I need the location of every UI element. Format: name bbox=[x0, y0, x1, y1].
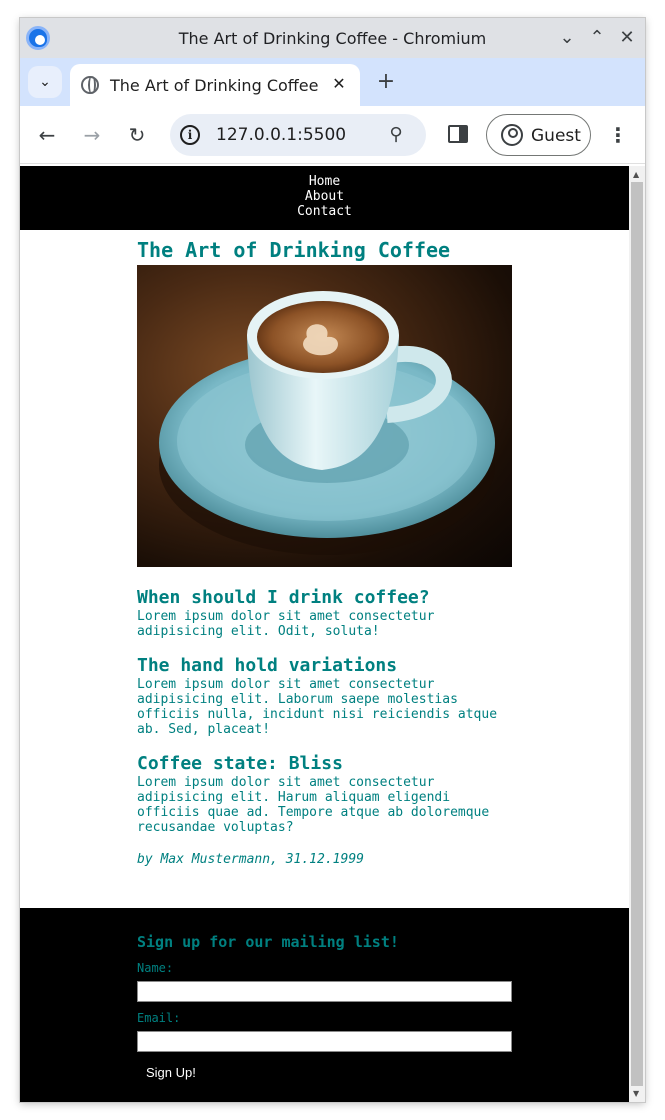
section-body: Lorem ipsum dolor sit amet consectetur a… bbox=[137, 775, 490, 835]
signup-button[interactable]: Sign Up! bbox=[137, 1063, 205, 1083]
tab-close-icon[interactable]: ✕ bbox=[328, 73, 350, 95]
nav-link-about[interactable]: About bbox=[20, 189, 629, 204]
section-hand-hold: The hand hold variations Lorem ipsum dol… bbox=[137, 655, 513, 737]
browser-toolbar: ← → ↻ i 127.0.0.1:5500 ⚲ Guest ⋮ bbox=[20, 106, 645, 164]
mailing-list-form: Sign up for our mailing list! Name: Emai… bbox=[137, 932, 513, 1083]
section-when: When should I drink coffee? Lorem ipsum … bbox=[137, 587, 513, 639]
window-title: The Art of Drinking Coffee - Chromium bbox=[178, 29, 487, 48]
profile-button[interactable]: Guest bbox=[486, 114, 591, 156]
globe-icon bbox=[81, 76, 99, 94]
address-bar[interactable]: i 127.0.0.1:5500 ⚲ bbox=[170, 114, 426, 156]
close-window-icon[interactable]: ✕ bbox=[615, 26, 639, 50]
kebab-menu-icon[interactable]: ⋮ bbox=[608, 120, 628, 150]
new-tab-plus-icon[interactable]: + bbox=[372, 68, 400, 96]
scrollbar-thumb[interactable] bbox=[631, 182, 643, 1086]
section-heading: Coffee state: Bliss bbox=[137, 753, 343, 774]
site-nav: Home About Contact bbox=[20, 166, 629, 230]
site-info-icon[interactable]: i bbox=[180, 125, 200, 145]
author-byline: by Max Mustermann, 31.12.1999 bbox=[137, 852, 364, 867]
scroll-down-arrow-icon[interactable]: ▼ bbox=[633, 1089, 639, 1098]
section-body: Lorem ipsum dolor sit amet consectetur a… bbox=[137, 609, 435, 639]
page-viewport: Home About Contact The Art of Drinking C… bbox=[20, 166, 629, 1102]
nav-link-contact[interactable]: Contact bbox=[20, 204, 629, 219]
forward-arrow-icon[interactable]: → bbox=[77, 120, 107, 150]
back-arrow-icon[interactable]: ← bbox=[32, 120, 62, 150]
email-field[interactable] bbox=[137, 1031, 512, 1052]
zoom-magnifier-icon[interactable]: ⚲ bbox=[384, 123, 408, 147]
tab-active[interactable]: The Art of Drinking Coffee ✕ bbox=[70, 64, 360, 106]
reload-icon[interactable]: ↻ bbox=[122, 120, 152, 150]
side-panel-icon[interactable] bbox=[448, 125, 468, 143]
name-field[interactable] bbox=[137, 981, 512, 1002]
article: The Art of Drinking Coffee When should I… bbox=[137, 238, 513, 867]
guest-avatar-icon bbox=[501, 124, 523, 146]
vertical-scrollbar[interactable]: ▲ ▼ bbox=[629, 166, 645, 1102]
section-heading: The hand hold variations bbox=[137, 655, 398, 676]
tab-strip: ⌄ The Art of Drinking Coffee ✕ + bbox=[20, 58, 645, 106]
page-title: The Art of Drinking Coffee bbox=[137, 238, 451, 262]
coffee-cup-image bbox=[137, 265, 512, 567]
maximize-icon[interactable]: ⌃ bbox=[585, 26, 609, 50]
footer: Sign up for our mailing list! Name: Emai… bbox=[20, 908, 629, 1102]
title-bar: The Art of Drinking Coffee - Chromium ⌄ … bbox=[20, 18, 645, 58]
tab-search-chevron-down-icon[interactable]: ⌄ bbox=[28, 66, 62, 98]
minimize-icon[interactable]: ⌄ bbox=[555, 26, 579, 50]
scroll-up-arrow-icon[interactable]: ▲ bbox=[633, 170, 639, 179]
profile-label: Guest bbox=[531, 126, 581, 146]
url-text[interactable]: 127.0.0.1:5500 bbox=[216, 125, 346, 145]
browser-window: The Art of Drinking Coffee - Chromium ⌄ … bbox=[20, 18, 645, 1102]
signup-title: Sign up for our mailing list! bbox=[137, 933, 399, 951]
name-label: Name: bbox=[137, 961, 174, 975]
nav-list: Home About Contact bbox=[20, 174, 629, 219]
section-bliss: Coffee state: Bliss Lorem ipsum dolor si… bbox=[137, 753, 513, 835]
nav-link-home[interactable]: Home bbox=[20, 174, 629, 189]
section-heading: When should I drink coffee? bbox=[137, 587, 430, 608]
email-label: Email: bbox=[137, 1011, 181, 1025]
section-body: Lorem ipsum dolor sit amet consectetur a… bbox=[137, 677, 498, 737]
tab-title: The Art of Drinking Coffee bbox=[110, 76, 319, 95]
